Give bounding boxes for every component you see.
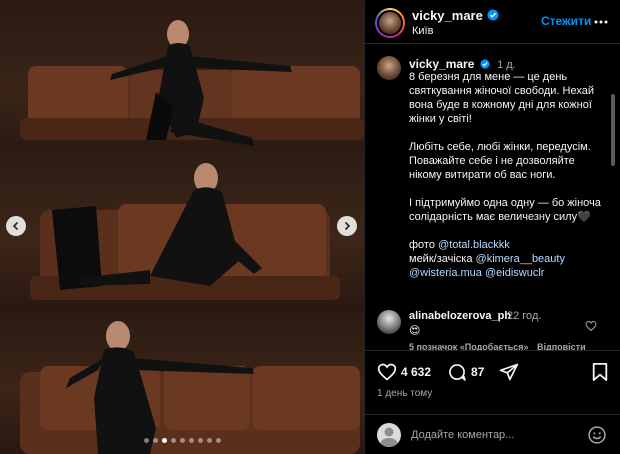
comment-count[interactable]: 87 bbox=[471, 365, 484, 379]
add-comment-bar bbox=[365, 414, 620, 454]
caption-paragraph: І підтримуймо одна одну — бо жіноча солі… bbox=[409, 197, 601, 223]
carousel-dot bbox=[188, 438, 194, 443]
carousel-dot bbox=[170, 438, 176, 443]
post-header: vicky_mare Київ Стежити bbox=[365, 0, 620, 44]
mention-link[interactable]: @kimera__beauty bbox=[476, 253, 565, 265]
carousel-dot bbox=[143, 438, 149, 443]
carousel-indicator bbox=[0, 438, 364, 443]
caption-credits: фото @total.blackkk мейк/зачіска @kimera… bbox=[409, 238, 609, 280]
comment-username[interactable]: alinabelozerova_ph bbox=[409, 310, 511, 322]
post-actions: 4 632 87 1 день тому bbox=[365, 350, 620, 414]
mention-link[interactable]: @total.blackkk bbox=[438, 239, 510, 251]
caption-paragraph: Любіть себе, любі жінки, передусім. Пова… bbox=[409, 141, 591, 181]
carousel-dot bbox=[152, 438, 158, 443]
photo-slide-current bbox=[0, 150, 364, 308]
comment-like-icon[interactable] bbox=[585, 320, 597, 332]
caption-scrollbar[interactable] bbox=[611, 88, 615, 350]
post-location[interactable]: Київ bbox=[412, 25, 433, 37]
carousel-dot bbox=[197, 438, 203, 443]
chevron-right-icon bbox=[344, 221, 351, 231]
photo-slide-next bbox=[0, 308, 364, 454]
caption-username[interactable]: vicky_mare bbox=[409, 57, 474, 71]
verified-badge-icon bbox=[487, 9, 499, 21]
author-username[interactable]: vicky_mare bbox=[412, 8, 483, 23]
emoji-icon[interactable] bbox=[587, 425, 607, 445]
carousel-prev-button[interactable] bbox=[6, 216, 26, 236]
add-comment-input[interactable] bbox=[411, 426, 571, 444]
like-heart-icon[interactable] bbox=[377, 362, 397, 382]
chevron-left-icon bbox=[12, 221, 19, 231]
caption-header: vicky_mare 1 д. bbox=[409, 57, 516, 71]
carousel-dot bbox=[161, 438, 167, 443]
scrollbar-thumb[interactable] bbox=[611, 94, 615, 166]
bookmark-icon[interactable] bbox=[591, 362, 609, 382]
post-details-panel: vicky_mare Київ Стежити vicky_mare 1 д. … bbox=[364, 0, 620, 454]
caption-paragraph: 8 березня для мене — це день святкування… bbox=[409, 71, 595, 125]
credit-label: фото bbox=[409, 239, 435, 251]
comment-bubble-icon[interactable] bbox=[447, 362, 467, 382]
carousel-next-button[interactable] bbox=[337, 216, 357, 236]
caption-text: 8 березня для мене — це день святкування… bbox=[409, 70, 609, 280]
post-caption-area[interactable]: vicky_mare 1 д. 8 березня для мене — це … bbox=[365, 44, 620, 350]
comment-text: 😍 bbox=[409, 325, 421, 337]
follow-button[interactable]: Стежити bbox=[541, 14, 591, 28]
comment-time: 22 год. bbox=[507, 310, 542, 322]
like-count[interactable]: 4 632 bbox=[401, 365, 431, 379]
comment-like-count[interactable]: 5 позначок «Подобається» bbox=[409, 342, 529, 350]
commenter-avatar[interactable] bbox=[377, 310, 401, 334]
photo-slide-previous bbox=[0, 0, 364, 150]
post-timestamp: 1 день тому bbox=[377, 388, 433, 399]
carousel-dot bbox=[215, 438, 221, 443]
share-send-icon[interactable] bbox=[499, 362, 519, 382]
credit-label: мейк/зачіска bbox=[409, 253, 473, 265]
comment-reply-button[interactable]: Відповісти bbox=[537, 342, 586, 350]
carousel-dot bbox=[206, 438, 212, 443]
post-media[interactable] bbox=[0, 0, 364, 454]
mention-link[interactable]: @eidiswuclr bbox=[485, 267, 544, 279]
mention-link[interactable]: @wisteria.mua bbox=[409, 267, 482, 279]
author-avatar[interactable] bbox=[375, 8, 405, 38]
caption-author-avatar[interactable] bbox=[377, 56, 401, 80]
more-options-icon[interactable] bbox=[593, 14, 609, 30]
current-user-avatar bbox=[377, 423, 401, 447]
carousel-dot bbox=[179, 438, 185, 443]
verified-badge-icon bbox=[480, 59, 490, 69]
